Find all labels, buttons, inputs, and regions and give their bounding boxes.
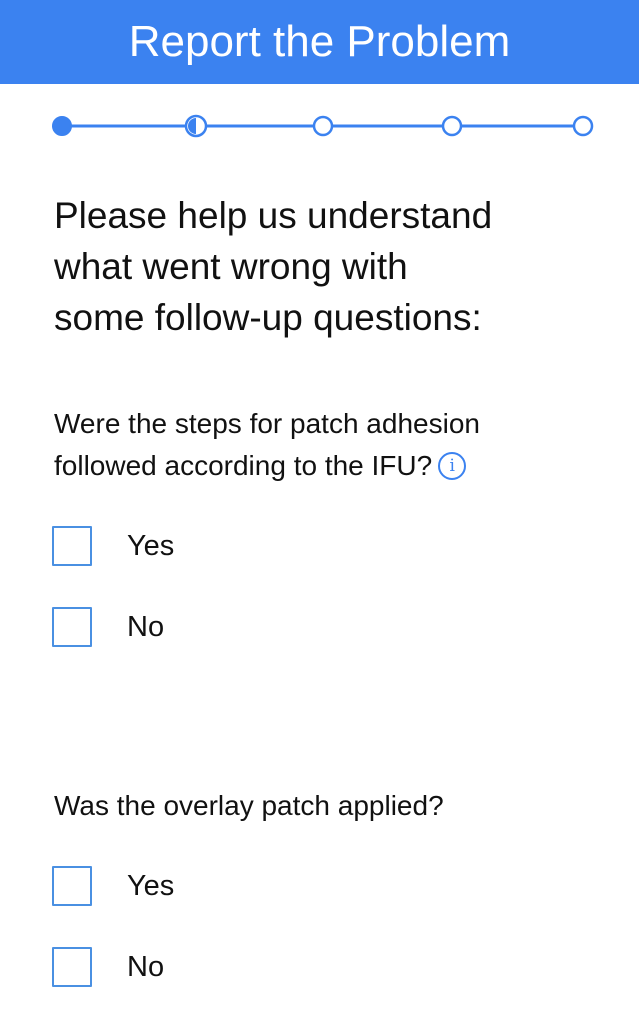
progress-stepper [52,114,594,138]
overlay-yes-checkbox[interactable] [52,866,92,906]
stepper-step-2 [184,114,208,138]
intro-heading-line: what went wrong with [54,246,408,287]
question-patch-adhesion: Were the steps for patch adhesion follow… [54,403,624,487]
option-label: Yes [127,529,175,562]
stepper-step-1 [52,116,72,136]
overlay-no-option[interactable]: No [52,945,164,989]
question-text: followed according to the IFU? [54,450,433,481]
option-label: Yes [127,869,175,902]
question-overlay-patch: Was the overlay patch applied? [54,785,624,827]
app-header: Report the Problem [0,0,639,84]
adhesion-no-checkbox[interactable] [52,607,92,647]
question-text: Were the steps for patch adhesion [54,408,480,439]
option-label: No [127,950,165,983]
stepper-step-3 [312,115,334,137]
overlay-no-checkbox[interactable] [52,947,92,987]
stepper-step-5 [572,115,594,137]
option-label: No [127,610,165,643]
adhesion-no-option[interactable]: No [52,605,164,649]
info-icon[interactable]: i [438,451,467,480]
intro-heading-line: Please help us understand [54,195,493,236]
stepper-step-4 [441,115,463,137]
intro-heading: Please help us understand what went wron… [54,190,614,343]
adhesion-yes-option[interactable]: Yes [52,524,174,568]
page-title: Report the Problem [128,17,511,66]
intro-heading-line: some follow-up questions: [54,297,482,338]
adhesion-yes-checkbox[interactable] [52,526,92,566]
question-text: Was the overlay patch applied? [54,790,444,821]
overlay-yes-option[interactable]: Yes [52,864,174,908]
